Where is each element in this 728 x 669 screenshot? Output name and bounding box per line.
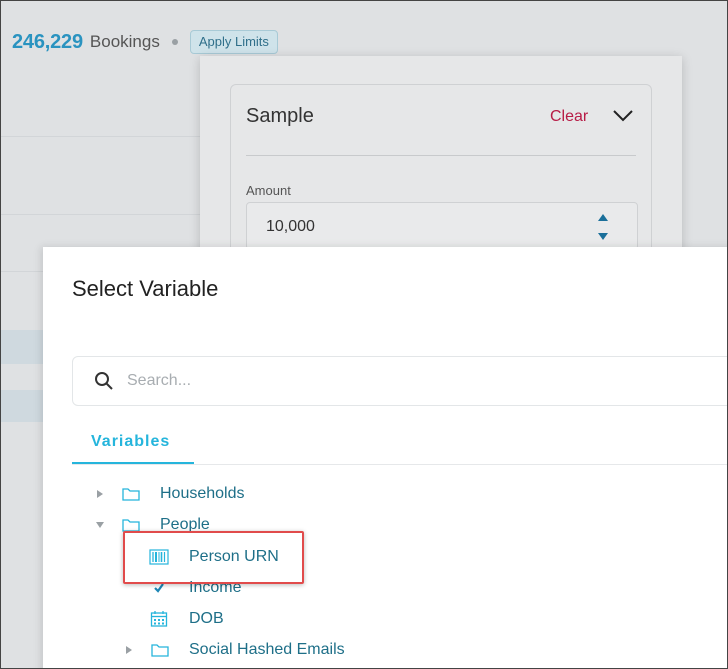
divider — [0, 271, 44, 272]
divider — [0, 136, 200, 137]
bookings-count: 246,229 — [12, 30, 83, 53]
tree-item-people[interactable]: People — [90, 512, 210, 538]
tree-item-dob[interactable]: DOB — [148, 606, 224, 632]
modal-title: Select Variable — [72, 276, 219, 301]
expand-arrow-icon[interactable] — [119, 640, 139, 660]
amount-value: 10,000 — [266, 218, 315, 235]
increment-arrow-icon[interactable] — [598, 214, 608, 221]
collapse-arrow-icon[interactable] — [90, 515, 110, 535]
tab-variables[interactable]: Variables — [72, 417, 194, 464]
apply-limits-button[interactable]: Apply Limits — [189, 30, 278, 54]
folder-icon — [120, 484, 142, 504]
tree-item-person-urn[interactable]: Person URN — [148, 544, 279, 570]
search-icon — [94, 371, 114, 391]
folder-icon — [149, 640, 171, 660]
search-input[interactable] — [127, 369, 627, 393]
sample-card: Sample Clear Amount 10,000 — [230, 84, 652, 259]
tree-item-income[interactable]: Income — [148, 575, 241, 601]
divider — [246, 155, 636, 156]
decrement-arrow-icon[interactable] — [598, 233, 608, 240]
tree-item-label: Income — [189, 579, 242, 596]
bookings-label: Bookings — [89, 32, 160, 51]
tree-item-label: Social Hashed Emails — [189, 641, 345, 658]
background-row — [0, 330, 44, 364]
select-variable-modal: Select Variable Variables — [43, 247, 728, 669]
tree-item-label: People — [160, 516, 210, 533]
barcode-icon — [148, 547, 170, 567]
sample-title: Sample — [246, 105, 314, 127]
background-row — [0, 390, 44, 422]
tab-bar: Variables — [72, 417, 728, 465]
tree-item-social-hashed-emails[interactable]: Social Hashed Emails — [119, 637, 345, 663]
amount-field[interactable]: 10,000 — [246, 202, 638, 250]
tree-item-label: Person URN — [189, 548, 279, 565]
amount-label: Amount — [246, 183, 291, 198]
search-box[interactable] — [72, 356, 728, 406]
folder-icon — [120, 515, 142, 535]
tree-item-households[interactable]: Households — [90, 481, 245, 507]
tree-item-label: Households — [160, 485, 245, 502]
divider — [0, 214, 230, 215]
check-icon — [148, 578, 170, 598]
tree-item-label: DOB — [189, 610, 224, 627]
chevron-down-icon[interactable] — [612, 107, 634, 123]
calendar-icon — [148, 609, 170, 629]
clear-button[interactable]: Clear — [550, 108, 588, 126]
results-summary: 246,229 Bookings Apply Limits — [12, 30, 278, 54]
separator-dot — [171, 39, 178, 45]
expand-arrow-icon[interactable] — [90, 484, 110, 504]
